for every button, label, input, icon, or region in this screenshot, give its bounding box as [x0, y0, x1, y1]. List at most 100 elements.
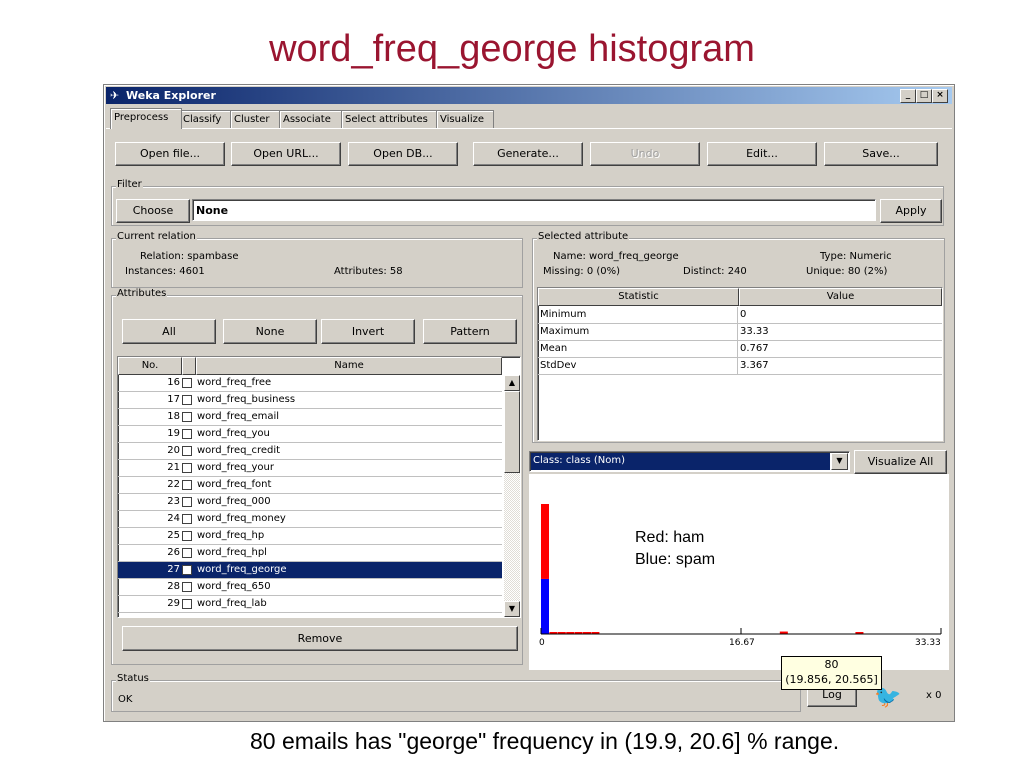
table-row[interactable]: 20 word_freq_credit — [118, 443, 502, 460]
row-checkbox[interactable] — [182, 446, 192, 456]
table-row[interactable]: 16 word_freq_free — [118, 375, 502, 392]
chevron-down-icon[interactable]: ▼ — [831, 453, 848, 470]
row-checkbox[interactable] — [182, 463, 192, 473]
selected-attribute-label: Selected attribute — [537, 231, 630, 242]
stat-name: Mean — [540, 343, 568, 354]
scroll-thumb[interactable] — [504, 391, 520, 473]
row-name: word_freq_email — [197, 411, 280, 422]
x-tick-label: 33.33 — [915, 638, 941, 648]
row-checkbox[interactable] — [182, 395, 192, 405]
generate-button[interactable]: Generate... — [473, 142, 583, 166]
attribute-name-text: Name: word_freq_george — [553, 251, 679, 262]
histogram-panel[interactable]: 0 16.67 33.33 Red: ham Blue: spam — [529, 474, 949, 670]
table-row[interactable]: 27 word_freq_george — [118, 562, 502, 579]
row-name: word_freq_business — [197, 394, 296, 405]
tab-preprocess[interactable]: Preprocess — [110, 108, 182, 129]
table-row[interactable]: 22 word_freq_font — [118, 477, 502, 494]
column-header-check[interactable] — [182, 357, 196, 375]
row-number: 22 — [167, 479, 180, 490]
save-button[interactable]: Save... — [824, 142, 938, 166]
histogram-chart: 0 16.67 33.33 — [539, 504, 942, 648]
tab-select-attributes[interactable]: Select attributes — [341, 110, 437, 128]
statistics-rows: Minimum 0 Maximum 33.33 Mean 0.767 StdDev 3.367 — [538, 307, 942, 427]
row-checkbox[interactable] — [182, 548, 192, 558]
scroll-up-icon[interactable]: ▲ — [504, 375, 520, 391]
attributes-count-text: Attributes: 58 — [334, 266, 403, 277]
stat-name: Minimum — [540, 309, 587, 320]
pattern-button[interactable]: Pattern — [423, 319, 517, 344]
row-number: 26 — [167, 547, 180, 558]
row-checkbox[interactable] — [182, 429, 192, 439]
table-row[interactable]: 21 word_freq_your — [118, 460, 502, 477]
invert-button[interactable]: Invert — [321, 319, 415, 344]
selected-attribute-panel: Selected attribute Name: word_freq_georg… — [532, 231, 945, 443]
column-header-name[interactable]: Name — [196, 357, 502, 375]
row-name: word_freq_george — [197, 564, 287, 575]
maximize-icon[interactable]: □ — [916, 89, 932, 103]
row-name: word_freq_lab — [197, 598, 267, 609]
column-header-value[interactable]: Value — [739, 288, 942, 306]
minimize-icon[interactable]: _ — [900, 89, 916, 103]
filter-field[interactable]: None — [192, 199, 876, 221]
row-number: 21 — [167, 462, 180, 473]
row-checkbox[interactable] — [182, 599, 192, 609]
apply-button[interactable]: Apply — [880, 199, 942, 223]
visualize-all-button[interactable]: Visualize All — [854, 450, 947, 474]
open-db-button[interactable]: Open DB... — [348, 142, 458, 166]
tooltip-count: 80 — [824, 658, 839, 671]
open-file-button[interactable]: Open file... — [115, 142, 225, 166]
table-row[interactable]: 25 word_freq_hp — [118, 528, 502, 545]
attribute-list-scrollbar[interactable]: ▲ ▼ — [504, 375, 520, 617]
window-title: Weka Explorer — [126, 89, 216, 102]
tab-cluster[interactable]: Cluster — [230, 110, 280, 128]
table-row[interactable]: 28 word_freq_650 — [118, 579, 502, 596]
column-header-no[interactable]: No. — [118, 357, 182, 375]
select-all-button[interactable]: All — [122, 319, 216, 344]
row-checkbox[interactable] — [182, 514, 192, 524]
table-row[interactable]: 24 word_freq_money — [118, 511, 502, 528]
bar-ham[interactable] — [541, 504, 549, 579]
row-name: word_freq_hpl — [197, 547, 267, 558]
table-row[interactable]: 19 word_freq_you — [118, 426, 502, 443]
table-row[interactable]: 29 word_freq_lab — [118, 596, 502, 613]
column-header-statistic[interactable]: Statistic — [538, 288, 739, 306]
table-row[interactable]: 26 word_freq_hpl — [118, 545, 502, 562]
tooltip-range: (19.856, 20.565] — [785, 673, 878, 686]
undo-button[interactable]: Undo — [590, 142, 700, 166]
slide-title: word_freq_george histogram — [269, 28, 755, 70]
row-number: 29 — [167, 598, 180, 609]
slide-caption: 80 emails has "george" frequency in (19.… — [250, 728, 840, 754]
row-checkbox[interactable] — [182, 480, 192, 490]
stat-row: StdDev 3.367 — [538, 358, 942, 375]
relation-text: Relation: spambase — [140, 251, 239, 262]
stat-name: StdDev — [540, 360, 577, 371]
row-checkbox[interactable] — [182, 378, 192, 388]
class-select[interactable]: Class: class (Nom) ▼ — [529, 451, 850, 472]
table-row[interactable]: 23 word_freq_000 — [118, 494, 502, 511]
remove-button[interactable]: Remove — [122, 626, 518, 651]
row-checkbox[interactable] — [182, 412, 192, 422]
bar-spam[interactable] — [541, 578, 549, 634]
select-none-button[interactable]: None — [223, 319, 317, 344]
tab-classify[interactable]: Classify — [179, 110, 231, 128]
tab-associate[interactable]: Associate — [279, 110, 342, 128]
row-checkbox[interactable] — [182, 582, 192, 592]
scroll-down-icon[interactable]: ▼ — [504, 601, 520, 617]
table-row[interactable]: 17 word_freq_business — [118, 392, 502, 409]
row-checkbox[interactable] — [182, 565, 192, 575]
title-bar: ✈ Weka Explorer _ □ × — [106, 87, 952, 104]
stat-divider — [737, 307, 738, 323]
status-panel: Status OK — [111, 673, 801, 712]
choose-button[interactable]: Choose — [116, 199, 190, 223]
edit-button[interactable]: Edit... — [707, 142, 817, 166]
close-icon[interactable]: × — [932, 89, 948, 103]
open-url-button[interactable]: Open URL... — [231, 142, 341, 166]
current-relation-label: Current relation — [116, 231, 197, 242]
tab-visualize[interactable]: Visualize — [436, 110, 494, 128]
attribute-list[interactable]: No. Name 16 word_freq_free 17 word_freq_bus… — [117, 356, 521, 618]
row-checkbox[interactable] — [182, 497, 192, 507]
stat-name: Maximum — [540, 326, 590, 337]
row-checkbox[interactable] — [182, 531, 192, 541]
table-row[interactable]: 18 word_freq_email — [118, 409, 502, 426]
stat-row: Mean 0.767 — [538, 341, 942, 358]
